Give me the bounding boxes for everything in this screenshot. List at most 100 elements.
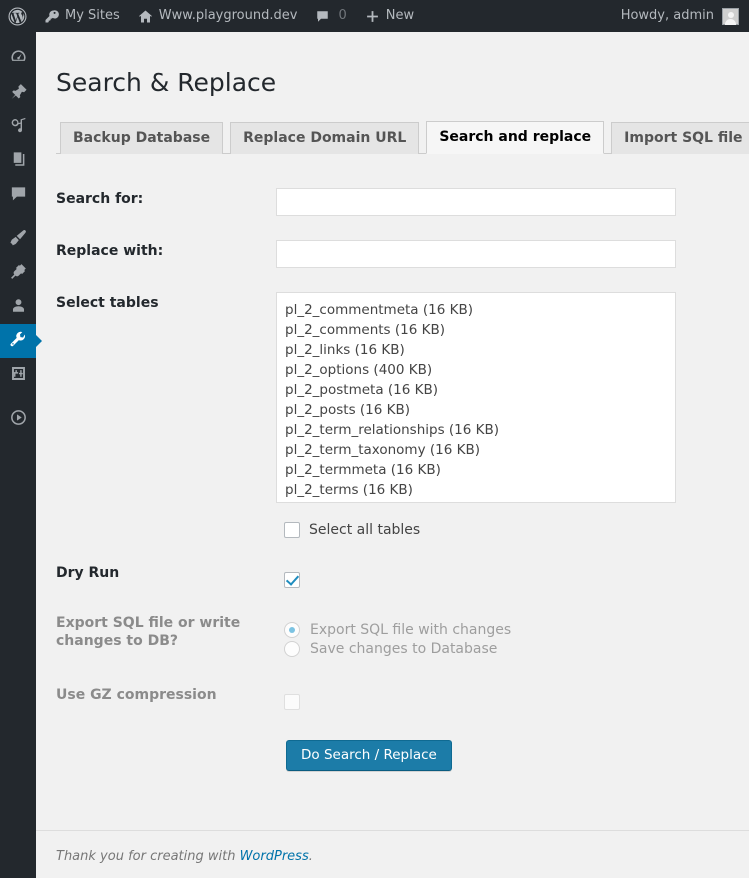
paint-brush-icon bbox=[9, 228, 28, 251]
sidebar-item-comments[interactable] bbox=[0, 178, 36, 212]
admin-bar-my-account[interactable]: Howdy, admin bbox=[612, 0, 749, 32]
label-select-tables: Select tables bbox=[56, 280, 276, 550]
radio-row-export-sql: Export SQL file with changes bbox=[284, 622, 719, 638]
wordpress-logo-button[interactable] bbox=[0, 0, 35, 32]
plug-icon bbox=[9, 262, 28, 285]
footer-suffix: . bbox=[309, 849, 313, 864]
search-replace-form: Search for: Replace with: Select tables bbox=[56, 176, 729, 722]
wordpress-admin-screen: My Sites Www.playground.dev 0 bbox=[0, 0, 749, 878]
admin-bar-site-name[interactable]: Www.playground.dev bbox=[129, 0, 307, 32]
key-icon bbox=[44, 9, 59, 24]
admin-bar-my-sites-label: My Sites bbox=[65, 0, 120, 32]
list-item[interactable]: pl_2_options (400 KB) bbox=[283, 360, 669, 380]
replace-with-input[interactable] bbox=[276, 240, 676, 268]
tab-backup-database[interactable]: Backup Database bbox=[60, 122, 223, 154]
list-item[interactable]: pl_2_term_relationships (16 KB) bbox=[283, 420, 669, 440]
admin-bar-howdy-label: Howdy, admin bbox=[621, 0, 714, 32]
comment-bubble-icon bbox=[9, 184, 28, 207]
admin-footer: Thank you for creating with WordPress. bbox=[36, 830, 749, 878]
sidebar-item-dashboard[interactable] bbox=[0, 42, 36, 76]
search-for-input[interactable] bbox=[276, 188, 676, 216]
export-sql-radio-label: Export SQL file with changes bbox=[310, 622, 511, 638]
row-select-tables: Select tables pl_2_commentmeta (16 KB) p… bbox=[56, 280, 729, 550]
sidebar-top-gap bbox=[0, 32, 36, 42]
home-icon bbox=[138, 9, 153, 24]
list-item[interactable]: pl_2_term_taxonomy (16 KB) bbox=[283, 440, 669, 460]
sidebar-item-media[interactable] bbox=[0, 110, 36, 144]
media-camera-music-icon bbox=[9, 116, 28, 139]
admin-bar-comments-count: 0 bbox=[336, 0, 346, 32]
row-replace-with: Replace with: bbox=[56, 228, 729, 280]
label-search-for: Search for: bbox=[56, 176, 276, 228]
list-item[interactable]: pl_2_comments (16 KB) bbox=[283, 320, 669, 340]
sliders-icon bbox=[9, 364, 28, 387]
admin-bar-new-content[interactable]: New bbox=[356, 0, 423, 32]
list-item[interactable]: pl_2_commentmeta (16 KB) bbox=[283, 300, 669, 320]
do-search-replace-button[interactable]: Do Search / Replace bbox=[286, 740, 452, 772]
dashboard-gauge-icon bbox=[9, 48, 28, 71]
label-gz-compression: Use GZ compression bbox=[56, 672, 276, 722]
admin-bar-comments[interactable]: 0 bbox=[306, 0, 355, 32]
list-item[interactable]: pl_2_posts (16 KB) bbox=[283, 400, 669, 420]
tab-replace-domain-url[interactable]: Replace Domain URL bbox=[230, 122, 419, 154]
admin-sidebar-menu bbox=[0, 32, 36, 878]
save-to-database-radio-label: Save changes to Database bbox=[310, 641, 497, 657]
export-sql-radio[interactable] bbox=[284, 622, 300, 638]
footer-text: Thank you for creating with WordPress. bbox=[56, 849, 313, 864]
export-or-db-radio-group: Export SQL file with changes Save change… bbox=[284, 622, 719, 657]
wrench-icon bbox=[9, 330, 28, 353]
admin-bar: My Sites Www.playground.dev 0 bbox=[0, 0, 749, 32]
save-to-database-radio[interactable] bbox=[284, 641, 300, 657]
comment-bubble-icon bbox=[315, 9, 330, 24]
admin-content-area: Search & Replace Backup Database Replace… bbox=[36, 32, 749, 878]
select-all-tables-label: Select all tables bbox=[309, 522, 420, 538]
tab-bar: Backup Database Replace Domain URL Searc… bbox=[56, 118, 729, 154]
label-export-or-db: Export SQL file or write changes to DB? bbox=[56, 600, 276, 672]
collapse-arrow-icon bbox=[9, 408, 28, 431]
page-title: Search & Replace bbox=[56, 58, 729, 104]
sidebar-gap-2 bbox=[0, 392, 36, 402]
admin-bar-site-name-label: Www.playground.dev bbox=[159, 0, 298, 32]
dry-run-row bbox=[284, 572, 719, 588]
wordpress-link[interactable]: WordPress bbox=[240, 849, 309, 864]
label-dry-run: Dry Run bbox=[56, 550, 276, 600]
list-item[interactable]: pl_2_termmeta (16 KB) bbox=[283, 460, 669, 480]
admin-bar-new-label: New bbox=[386, 0, 414, 32]
pages-stack-icon bbox=[9, 150, 28, 173]
list-item[interactable]: pl_2_postmeta (16 KB) bbox=[283, 380, 669, 400]
row-dry-run: Dry Run bbox=[56, 550, 729, 600]
wordpress-logo-icon bbox=[8, 7, 27, 26]
row-export-or-db: Export SQL file or write changes to DB? … bbox=[56, 600, 729, 672]
tab-search-and-replace[interactable]: Search and replace bbox=[426, 121, 604, 154]
admin-bar-my-sites[interactable]: My Sites bbox=[35, 0, 129, 32]
dry-run-checkbox[interactable] bbox=[284, 572, 300, 588]
page-wrap: Search & Replace Backup Database Replace… bbox=[36, 32, 749, 771]
select-all-tables-checkbox[interactable] bbox=[284, 522, 300, 538]
sidebar-item-settings[interactable] bbox=[0, 358, 36, 392]
sidebar-item-tools[interactable] bbox=[0, 324, 36, 358]
tab-import-sql-file[interactable]: Import SQL file bbox=[611, 122, 749, 154]
gz-compression-checkbox[interactable] bbox=[284, 694, 300, 710]
footer-prefix: Thank you for creating with bbox=[56, 849, 240, 864]
sidebar-item-collapse-menu[interactable] bbox=[0, 402, 36, 436]
sidebar-item-users[interactable] bbox=[0, 290, 36, 324]
row-search-for: Search for: bbox=[56, 176, 729, 228]
sidebar-item-pages[interactable] bbox=[0, 144, 36, 178]
radio-row-save-db: Save changes to Database bbox=[284, 641, 719, 657]
user-avatar-icon bbox=[722, 8, 739, 25]
pin-icon bbox=[9, 82, 28, 105]
sidebar-item-posts[interactable] bbox=[0, 76, 36, 110]
submit-row: Do Search / Replace bbox=[56, 740, 729, 772]
select-tables-listbox[interactable]: pl_2_commentmeta (16 KB) pl_2_comments (… bbox=[276, 292, 676, 503]
user-icon bbox=[9, 296, 28, 319]
row-gz-compression: Use GZ compression bbox=[56, 672, 729, 722]
sidebar-item-plugins[interactable] bbox=[0, 256, 36, 290]
select-all-tables-row: Select all tables bbox=[284, 522, 719, 538]
sidebar-item-appearance[interactable] bbox=[0, 222, 36, 256]
gz-compression-row bbox=[284, 694, 719, 710]
list-item[interactable]: pl_2_links (16 KB) bbox=[283, 340, 669, 360]
plus-icon bbox=[365, 9, 380, 24]
list-item[interactable]: pl_2_terms (16 KB) bbox=[283, 480, 669, 500]
sidebar-gap-1 bbox=[0, 212, 36, 222]
label-replace-with: Replace with: bbox=[56, 228, 276, 280]
